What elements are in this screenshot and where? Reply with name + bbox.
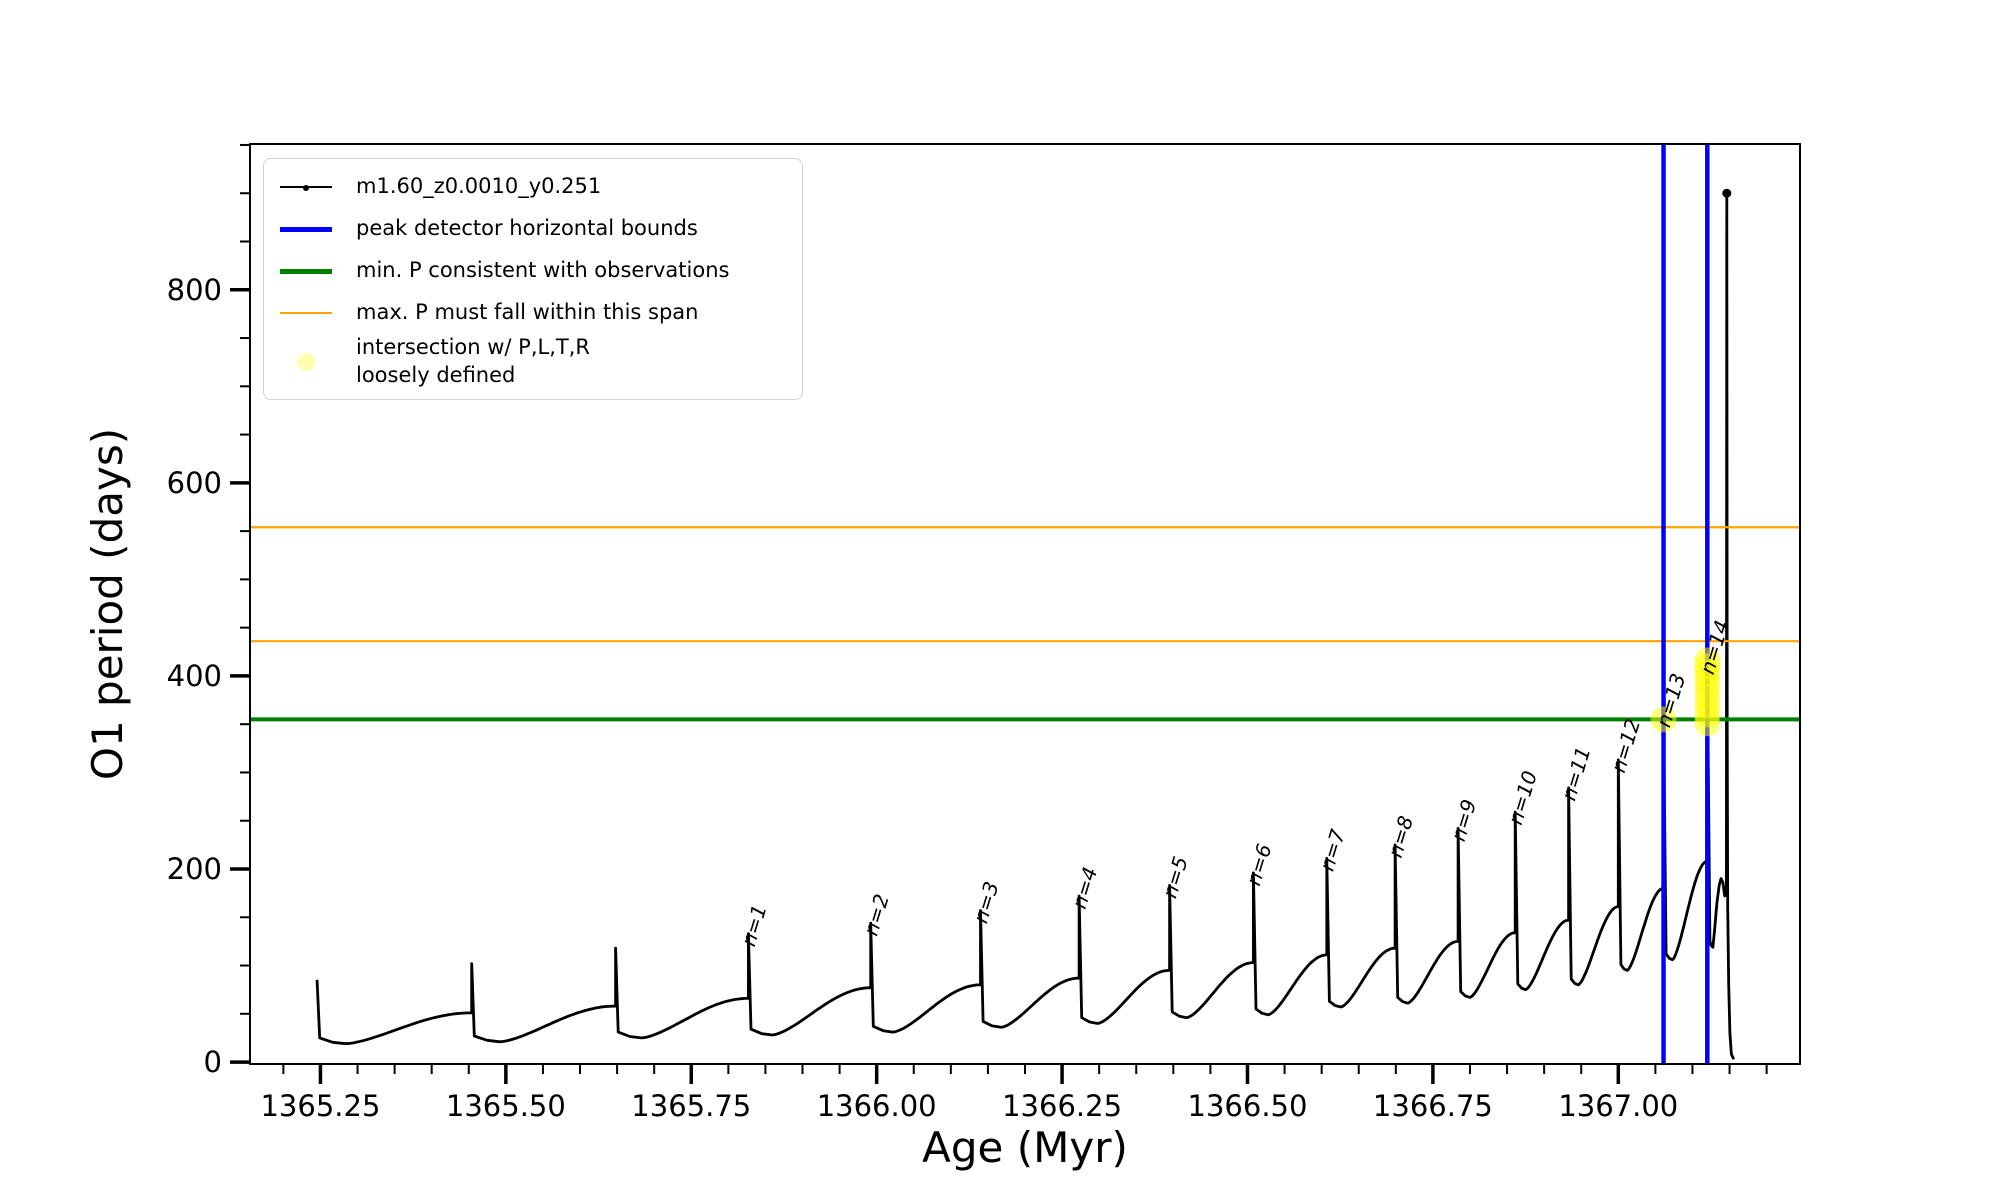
x-tick-label: 1365.50 bbox=[446, 1089, 566, 1123]
x-tick-label: 1366.50 bbox=[1188, 1089, 1308, 1123]
annotation-n-2: n=2 bbox=[859, 891, 894, 938]
x-tick-label: 1366.25 bbox=[1002, 1089, 1122, 1123]
legend-line-swatch bbox=[274, 269, 338, 274]
legend-row-5: intersection w/ P,L,T,R loosely defined bbox=[274, 334, 792, 390]
annotation-n-8: n=8 bbox=[1383, 813, 1418, 860]
annotation-n-3: n=3 bbox=[968, 879, 1003, 926]
x-tick-label: 1366.75 bbox=[1373, 1089, 1493, 1123]
annotation-n-7: n=7 bbox=[1315, 826, 1350, 874]
y-axis-label: O1 period (days) bbox=[83, 428, 132, 780]
annotation-n-6: n=6 bbox=[1241, 841, 1276, 888]
legend-line-icon bbox=[280, 312, 332, 314]
legend-dot-marker-icon bbox=[303, 185, 309, 191]
series-end-marker-dot bbox=[1722, 189, 1731, 198]
legend-circle-swatch bbox=[274, 353, 338, 371]
legend-label: peak detector horizontal bounds bbox=[356, 215, 698, 243]
annotation-n-4: n=4 bbox=[1067, 864, 1102, 911]
annotation-n-9: n=9 bbox=[1446, 797, 1481, 844]
y-tick-label: 400 bbox=[167, 659, 222, 693]
legend-row-1: m1.60_z0.0010_y0.251 bbox=[274, 166, 792, 208]
legend-label: intersection w/ P,L,T,R loosely defined bbox=[356, 334, 590, 390]
x-axis-label: Age (Myr) bbox=[922, 1123, 1128, 1172]
legend-line-icon bbox=[280, 227, 332, 232]
intersection-marker-icon bbox=[297, 353, 315, 371]
legend-row-4: max. P must fall within this span bbox=[274, 292, 792, 334]
legend-label: max. P must fall within this span bbox=[356, 299, 698, 327]
legend-line-icon bbox=[280, 186, 332, 188]
legend-line-swatch bbox=[274, 186, 338, 188]
legend-row-2: peak detector horizontal bounds bbox=[274, 208, 792, 250]
y-tick-label: 0 bbox=[204, 1045, 222, 1079]
legend-line-swatch bbox=[274, 312, 338, 314]
legend-label: m1.60_z0.0010_y0.251 bbox=[356, 173, 601, 201]
legend-line-icon bbox=[280, 269, 332, 274]
annotation-n-11: n=11 bbox=[1556, 744, 1595, 804]
y-tick-label: 200 bbox=[167, 852, 222, 886]
legend-line-swatch bbox=[274, 227, 338, 232]
legend-row-3: min. P consistent with observations bbox=[274, 250, 792, 292]
legend: m1.60_z0.0010_y0.251peak detector horizo… bbox=[263, 158, 803, 400]
figure-canvas: n=1n=2n=3n=4n=5n=6n=7n=8n=9n=10n=11n=12n… bbox=[0, 0, 2000, 1200]
annotation-n-5: n=5 bbox=[1157, 854, 1192, 901]
annotation-n-1: n=1 bbox=[736, 902, 771, 949]
x-tick-label: 1365.75 bbox=[631, 1089, 751, 1123]
x-tick-label: 1366.00 bbox=[817, 1089, 937, 1123]
x-tick-label: 1367.00 bbox=[1558, 1089, 1678, 1123]
y-tick-label: 800 bbox=[167, 273, 222, 307]
y-tick-label: 600 bbox=[167, 466, 222, 500]
annotation-n-10: n=10 bbox=[1503, 768, 1542, 828]
x-tick-label: 1365.25 bbox=[260, 1089, 380, 1123]
legend-label: min. P consistent with observations bbox=[356, 257, 729, 285]
annotation-n-12: n=12 bbox=[1606, 716, 1645, 776]
